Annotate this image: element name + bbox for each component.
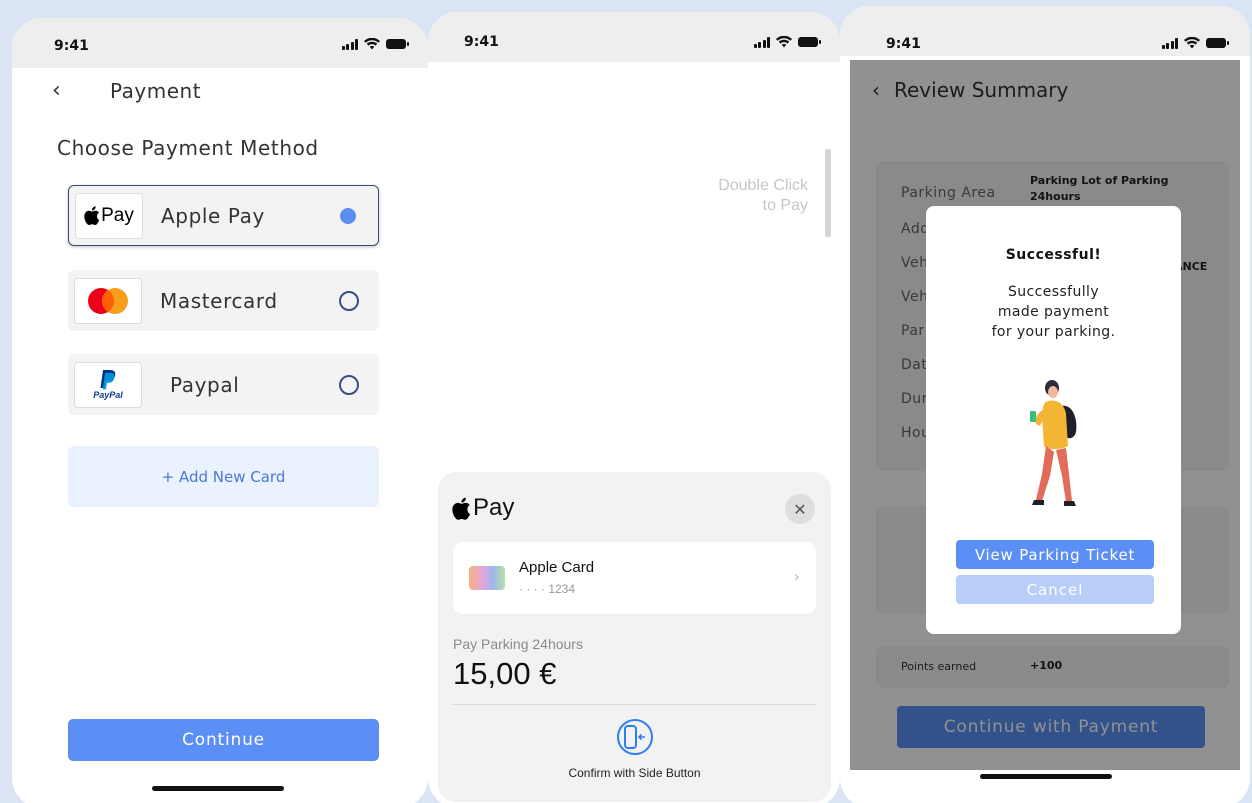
- apple-pay-sheet: Pay ✕ Apple Card · · · · 1234 › Pay Park…: [438, 472, 831, 802]
- status-time: 9:41: [886, 36, 921, 52]
- apple-pay-screen: 9:41 Double Click to Pay Pay ✕ Apple Car…: [428, 12, 840, 803]
- continue-button[interactable]: Continue: [68, 719, 379, 761]
- status-time: 9:41: [54, 38, 89, 54]
- side-button-icon: [617, 719, 653, 755]
- double-click-hint: Double Click to Pay: [718, 176, 808, 216]
- review-summary-screen: 9:41 ‹ Review Summary Parking Area Parki…: [840, 6, 1250, 803]
- mastercard-logo: [74, 277, 142, 324]
- chevron-right-icon: ›: [793, 567, 800, 586]
- card-number: · · · · 1234: [519, 582, 576, 596]
- payment-method-paypal[interactable]: PayPal Paypal: [68, 354, 379, 415]
- modal-message-line: made payment: [997, 304, 1110, 320]
- apple-icon: [84, 206, 100, 225]
- radio-icon[interactable]: [339, 374, 359, 395]
- signal-icon: [753, 36, 770, 48]
- cancel-button[interactable]: Cancel: [956, 575, 1154, 604]
- signal-icon: [1161, 37, 1178, 49]
- battery-icon: [1206, 38, 1229, 48]
- method-label: Mastercard: [160, 288, 278, 313]
- wifi-icon: [776, 36, 792, 48]
- payment-method-mastercard[interactable]: Mastercard: [68, 270, 379, 331]
- modal-message-line: Successfully: [1007, 284, 1100, 300]
- method-label: Paypal: [170, 372, 240, 397]
- hint-line-2: to Pay: [762, 197, 808, 214]
- battery-icon: [386, 39, 409, 49]
- card-thumbnail: [469, 566, 505, 590]
- payment-method-apple-pay[interactable]: Pay Apple Pay: [68, 185, 379, 246]
- success-modal: Successful! Successfully made payment fo…: [926, 206, 1181, 634]
- paypal-logo: PayPal: [74, 361, 142, 408]
- apple-pay-logo: Pay: [452, 494, 514, 522]
- modal-title: Successful!: [1005, 247, 1102, 263]
- apple-pay-logo: Pay: [75, 192, 143, 239]
- home-indicator: [980, 774, 1112, 779]
- method-label: Apple Pay: [161, 203, 265, 228]
- wifi-icon: [364, 38, 380, 50]
- hint-line-1: Double Click: [718, 177, 808, 194]
- section-title: Choose Payment Method: [57, 136, 319, 160]
- pay-label: Pay Parking 24hours: [453, 636, 583, 652]
- modal-message: Successfully made payment for your parki…: [976, 282, 1131, 342]
- modal-message-line: for your parking.: [991, 324, 1116, 340]
- battery-icon: [798, 37, 821, 47]
- back-icon[interactable]: ‹: [52, 78, 92, 103]
- home-indicator: [152, 786, 284, 791]
- radio-icon[interactable]: [339, 290, 359, 311]
- wifi-icon: [1184, 37, 1200, 49]
- radio-selected-icon[interactable]: [340, 207, 356, 224]
- divider: [453, 704, 816, 705]
- signal-icon: [341, 38, 358, 50]
- add-new-card-button[interactable]: + Add New Card: [68, 446, 379, 507]
- pay-amount: 15,00 €: [453, 656, 557, 691]
- walking-person-illustration: [1030, 380, 1077, 506]
- status-bar: 9:41: [428, 12, 840, 62]
- paypal-icon: [100, 369, 116, 389]
- mastercard-icon: [88, 287, 128, 314]
- close-icon[interactable]: ✕: [785, 494, 815, 524]
- status-time: 9:41: [464, 34, 499, 50]
- status-bar: 9:41: [12, 18, 428, 68]
- payment-screen: 9:41 ‹ Payment Choose Payment Method Pay…: [12, 18, 428, 803]
- page-title: Payment: [110, 78, 202, 103]
- apple-icon: [452, 497, 471, 520]
- side-button-indicator: [825, 149, 831, 237]
- apple-pay-logo-text: Pay: [473, 494, 515, 521]
- view-parking-ticket-button[interactable]: View Parking Ticket: [956, 540, 1154, 569]
- paypal-logo-text: PayPal: [93, 389, 123, 400]
- confirm-text: Confirm with Side Button: [568, 766, 701, 780]
- card-selector[interactable]: Apple Card · · · · 1234 ›: [453, 542, 816, 614]
- apple-pay-logo-text: Pay: [101, 204, 134, 226]
- status-bar: 9:41: [840, 6, 1250, 56]
- card-name: Apple Card: [519, 559, 595, 576]
